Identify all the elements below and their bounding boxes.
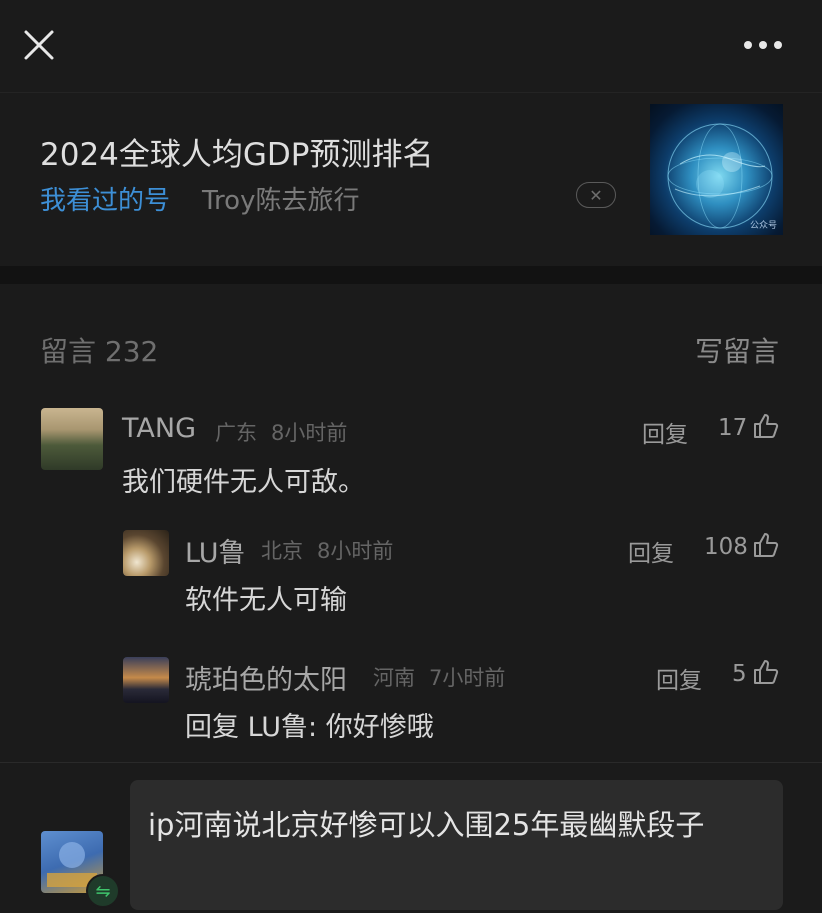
comment-item: TANG 广东 8小时前 回复 17 我们硬件无人可敌。 — [0, 400, 822, 500]
avatar[interactable] — [41, 408, 103, 470]
comment-location: 北京 — [261, 539, 303, 563]
section-separator — [0, 266, 822, 284]
reply-button[interactable]: 回复 — [656, 661, 702, 695]
avatar[interactable] — [123, 657, 169, 703]
thumbs-up-icon[interactable] — [752, 531, 780, 559]
dot — [774, 41, 782, 49]
reply-button[interactable]: 回复 — [642, 415, 688, 449]
top-bar — [0, 0, 822, 92]
author-name[interactable]: Troy陈去旅行 — [202, 180, 359, 217]
more-dots-icon[interactable] — [744, 36, 788, 54]
comment-location: 河南 — [373, 666, 415, 690]
comment-input-area: ⇋ ip河南说北京好惨可以入围25年最幽默段子 — [0, 762, 822, 913]
close-icon[interactable] — [22, 28, 56, 62]
comment-reply-item: 琥珀色的太阳 河南 7小时前 回复 5 回复 LU鲁: 你好惨哦 — [0, 648, 822, 748]
comment-text: 软件无人可输 — [185, 585, 347, 616]
dot — [744, 41, 752, 49]
comment-time: 8小时前 — [271, 421, 348, 445]
comment-time: 8小时前 — [317, 539, 394, 563]
thumbs-up-icon[interactable] — [752, 658, 780, 686]
comment-input[interactable]: ip河南说北京好惨可以入围25年最幽默段子 — [130, 780, 783, 910]
switch-account-icon[interactable]: ⇋ — [86, 874, 120, 908]
thumbnail-watermark: 公众号 — [749, 221, 777, 231]
like-count: 17 — [718, 415, 748, 441]
commenter-name[interactable]: TANG — [122, 413, 196, 444]
comment-reply-item: LU鲁 北京 8小时前 回复 108 软件无人可输 — [0, 520, 822, 620]
article-title[interactable]: 2024全球人均GDP预测排名 — [40, 129, 433, 174]
dot — [759, 41, 767, 49]
comment-time: 7小时前 — [429, 666, 506, 690]
comment-text: 回复 LU鲁: 你好惨哦 — [185, 712, 434, 743]
like-count: 5 — [732, 661, 747, 687]
article-thumbnail[interactable]: 公众号 — [650, 104, 783, 235]
dismiss-button[interactable]: ✕ — [576, 182, 616, 208]
article-card[interactable]: 2024全球人均GDP预测排名 我看过的号 Troy陈去旅行 ✕ 公众号 — [0, 92, 822, 266]
commenter-name[interactable]: LU鲁 — [185, 531, 245, 570]
write-comment-button[interactable]: 写留言 — [695, 330, 779, 370]
thumbs-up-icon[interactable] — [752, 412, 780, 440]
reply-button[interactable]: 回复 — [628, 534, 674, 568]
avatar[interactable] — [123, 530, 169, 576]
like-count: 108 — [704, 534, 748, 560]
commenter-name[interactable]: 琥珀色的太阳 — [185, 658, 347, 697]
comments-count: 留言 232 — [40, 335, 159, 368]
comment-location: 广东 — [215, 421, 257, 445]
comment-text: 我们硬件无人可敌。 — [122, 467, 365, 498]
source-link[interactable]: 我看过的号 — [40, 180, 170, 217]
